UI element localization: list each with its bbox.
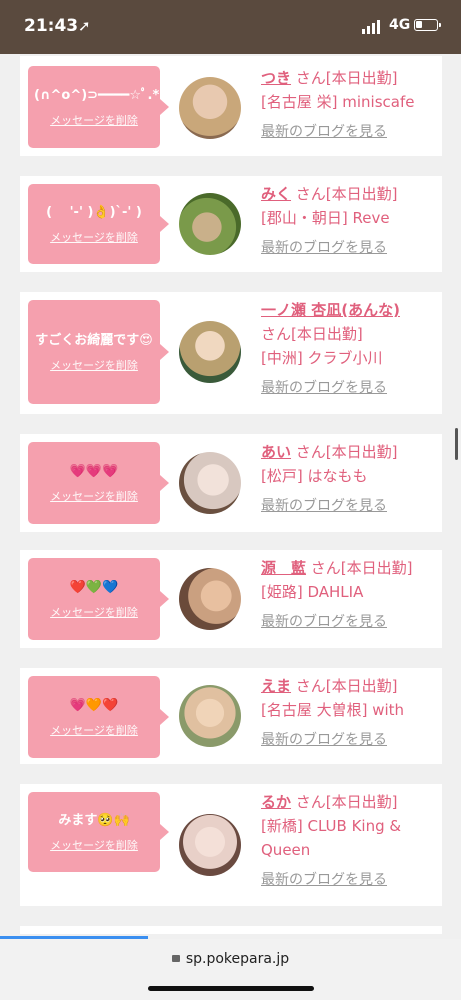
attendance-status: さん[本日出勤] [295,443,398,461]
blog-link[interactable]: 最新のブログを見る [261,728,439,752]
message-bubble: (∩^o^)⊃━━━━☆ﾟ.* メッセージを削除 [28,66,169,148]
message-card: みます🥺🙌 メッセージを削除 るか さん[本日出勤] [新橋] CLUB Kin… [20,784,442,906]
message-text: 💗💗💗 [69,464,119,479]
message-text: ❤️💚💙 [69,580,119,595]
blog-link[interactable]: 最新のブログを見る [261,236,439,260]
profile-name-link[interactable]: 一ノ瀬 杏凪(あんな) [261,301,400,319]
profile-name-link[interactable]: みく [261,185,291,203]
battery-icon [414,19,441,31]
message-bubble: 💗💗💗 メッセージを削除 [28,442,169,524]
message-card [20,926,442,934]
blog-link[interactable]: 最新のブログを見る [261,610,439,634]
network-type: 4G [389,17,411,33]
message-bubble: ( '-' )👌)`-' ) メッセージを削除 [28,184,169,264]
shop-name: [名古屋 栄] miniscafe [261,93,415,111]
attendance-status: さん[本日出勤] [295,185,398,203]
shop-name: [松戸] はなもも [261,467,368,485]
delete-message-link[interactable]: メッセージを削除 [34,604,154,620]
message-card: ( '-' )👌)`-' ) メッセージを削除 みく さん[本日出勤] [郡山・… [20,176,442,272]
profile-info: あい さん[本日出勤] [松戸] はなもも 最新のブログを見る [261,440,439,518]
shop-name: [新橋] CLUB King & Queen [261,817,402,859]
message-card: 💗🧡❤️ メッセージを削除 えま さん[本日出勤] [名古屋 大曽根] with… [20,668,442,764]
delete-message-link[interactable]: メッセージを削除 [34,357,154,373]
attendance-status: さん[本日出勤] [295,69,398,87]
lock-icon [171,955,180,962]
url-text[interactable]: sp.pokepara.jp [186,951,289,967]
message-text: (∩^o^)⊃━━━━☆ﾟ.* [34,88,160,103]
message-list[interactable]: (∩^o^)⊃━━━━☆ﾟ.* メッセージを削除 つき さん[本日出勤] [名古… [0,54,461,934]
blog-link[interactable]: 最新のブログを見る [261,494,439,518]
attendance-status: さん[本日出勤] [310,559,413,577]
profile-name-link[interactable]: つき [261,69,291,87]
scroll-indicator[interactable] [455,428,458,460]
message-card: ❤️💚💙 メッセージを削除 源 藍 さん[本日出勤] [姫路] DAHLIA 最… [20,550,442,648]
avatar[interactable] [179,685,241,747]
avatar[interactable] [179,77,241,139]
profile-name-link[interactable]: るか [261,793,291,811]
message-text: すごくお綺麗です😍 [35,333,153,348]
blog-link[interactable]: 最新のブログを見る [261,120,439,144]
avatar[interactable] [179,321,241,383]
location-arrow-icon: ➚ [78,17,91,35]
delete-message-link[interactable]: メッセージを削除 [34,112,154,128]
attendance-status: さん[本日出勤] [261,325,363,343]
message-bubble: 💗🧡❤️ メッセージを削除 [28,676,169,758]
message-text: 💗🧡❤️ [69,698,119,713]
delete-message-link[interactable]: メッセージを削除 [34,229,154,245]
attendance-status: さん[本日出勤] [295,793,398,811]
profile-name-link[interactable]: えま [261,677,291,695]
message-card: (∩^o^)⊃━━━━☆ﾟ.* メッセージを削除 つき さん[本日出勤] [名古… [20,56,442,156]
message-bubble: すごくお綺麗です😍 メッセージを削除 [28,300,169,404]
shop-name: [郡山・朝日] Reve [261,209,390,227]
avatar[interactable] [179,568,241,630]
shop-name: [姫路] DAHLIA [261,583,364,601]
delete-message-link[interactable]: メッセージを削除 [34,488,154,504]
profile-info: つき さん[本日出勤] [名古屋 栄] miniscafe 最新のブログを見る [261,66,439,144]
avatar[interactable] [179,814,241,876]
profile-info: 源 藍 さん[本日出勤] [姫路] DAHLIA 最新のブログを見る [261,556,439,634]
status-bar: 21:43 ➚ 4G [0,0,461,54]
profile-info: みく さん[本日出勤] [郡山・朝日] Reve 最新のブログを見る [261,182,439,260]
message-bubble: ❤️💚💙 メッセージを削除 [28,558,169,640]
avatar[interactable] [179,452,241,514]
delete-message-link[interactable]: メッセージを削除 [34,722,154,738]
shop-name: [中洲] クラブ小川 [261,349,383,367]
signal-strength-icon [362,20,380,34]
message-card: すごくお綺麗です😍 メッセージを削除 一ノ瀬 杏凪(あんな) さん[本日出勤] … [20,292,442,414]
blog-link[interactable]: 最新のブログを見る [261,868,439,892]
message-text: みます🥺🙌 [58,813,130,828]
profile-name-link[interactable]: あい [261,443,291,461]
clock: 21:43 [24,16,79,36]
shop-name: [名古屋 大曽根] with [261,701,405,719]
attendance-status: さん[本日出勤] [295,677,398,695]
profile-info: 一ノ瀬 杏凪(あんな) さん[本日出勤] [中洲] クラブ小川 最新のブログを見… [261,298,439,400]
blog-link[interactable]: 最新のブログを見る [261,376,439,400]
profile-info: えま さん[本日出勤] [名古屋 大曽根] with 最新のブログを見る [261,674,439,752]
message-bubble: みます🥺🙌 メッセージを削除 [28,792,169,872]
profile-name-link[interactable]: 源 藍 [261,559,306,577]
message-text: ( '-' )👌)`-' ) [46,205,142,220]
profile-info: るか さん[本日出勤] [新橋] CLUB King & Queen 最新のブロ… [261,790,439,892]
avatar[interactable] [179,193,241,255]
delete-message-link[interactable]: メッセージを削除 [34,837,154,853]
home-indicator[interactable] [148,986,314,991]
message-card: 💗💗💗 メッセージを削除 あい さん[本日出勤] [松戸] はなもも 最新のブロ… [20,434,442,532]
